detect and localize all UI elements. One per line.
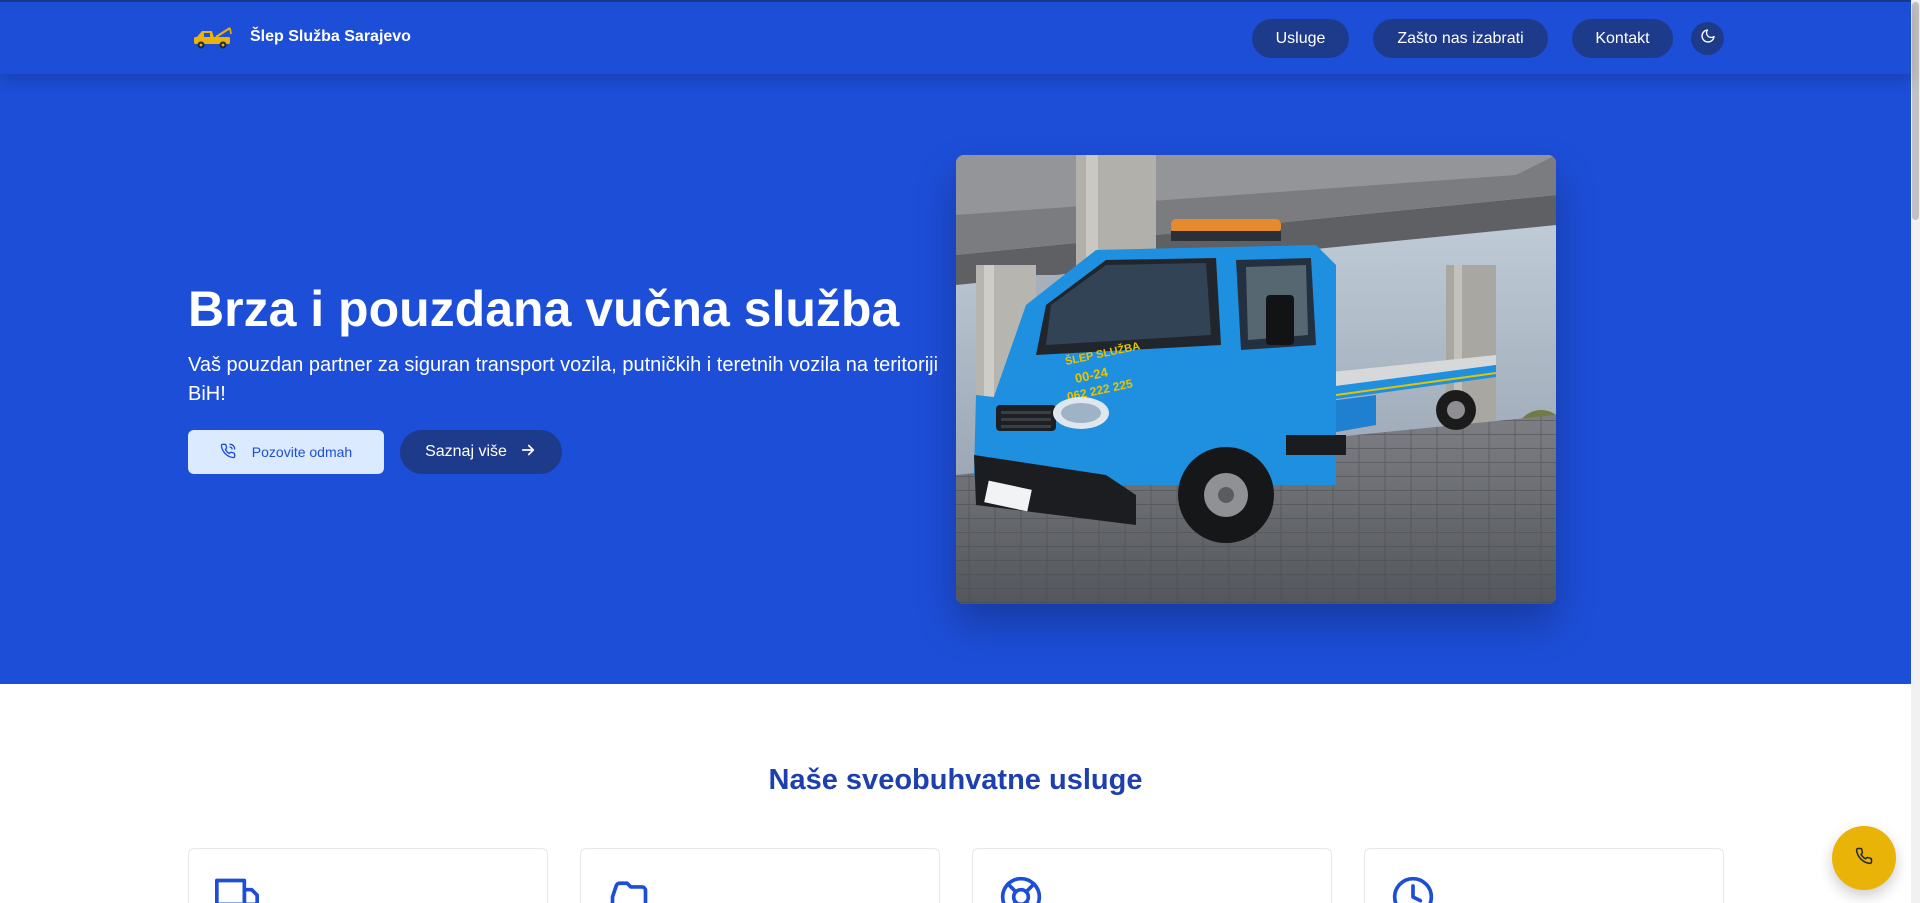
car-icon (607, 875, 651, 903)
phone-icon (1855, 847, 1873, 870)
nav-kontakt[interactable]: Kontakt (1572, 19, 1673, 58)
theme-toggle-button[interactable] (1691, 22, 1724, 55)
call-now-label: Pozovite odmah (251, 444, 353, 460)
clock-icon (1391, 875, 1435, 903)
site-header: Šlep Služba Sarajevo Usluge Zašto nas iz… (0, 2, 1911, 74)
moon-icon (1700, 28, 1716, 49)
tow-truck-icon (192, 24, 234, 50)
service-card[interactable] (580, 848, 940, 903)
call-now-button[interactable]: Pozovite odmah (188, 430, 384, 474)
brand[interactable]: Šlep Služba Sarajevo (192, 24, 411, 50)
tow-truck-photo: ŠLEP SLUŽBA 00-24 062 222 225 (956, 155, 1556, 604)
phone-icon (220, 443, 236, 462)
service-card[interactable] (972, 848, 1332, 903)
services-title: Naše sveobuhvatne usluge (768, 764, 1143, 796)
lifebuoy-icon (999, 875, 1043, 903)
service-card[interactable] (188, 848, 548, 903)
floating-call-button[interactable] (1832, 826, 1896, 890)
hero-title: Brza i pouzdana vučna služba (188, 281, 900, 337)
arrow-right-icon (519, 441, 537, 464)
nav-usluge[interactable]: Usluge (1252, 19, 1349, 58)
truck-icon (215, 875, 259, 903)
learn-more-button[interactable]: Saznaj više (400, 430, 562, 474)
hero-subtitle: Vaš pouzdan partner za siguran transport… (188, 354, 939, 405)
hero-section: Brza i pouzdana vučna služba Vaš pouzdan… (0, 74, 1911, 684)
learn-more-label: Saznaj više (425, 443, 507, 460)
scrollbar-thumb[interactable] (1912, 2, 1919, 220)
nav-zasto-nas-izabrati[interactable]: Zašto nas izabrati (1373, 19, 1548, 58)
brand-name: Šlep Služba Sarajevo (250, 28, 411, 45)
service-card[interactable] (1364, 848, 1724, 903)
